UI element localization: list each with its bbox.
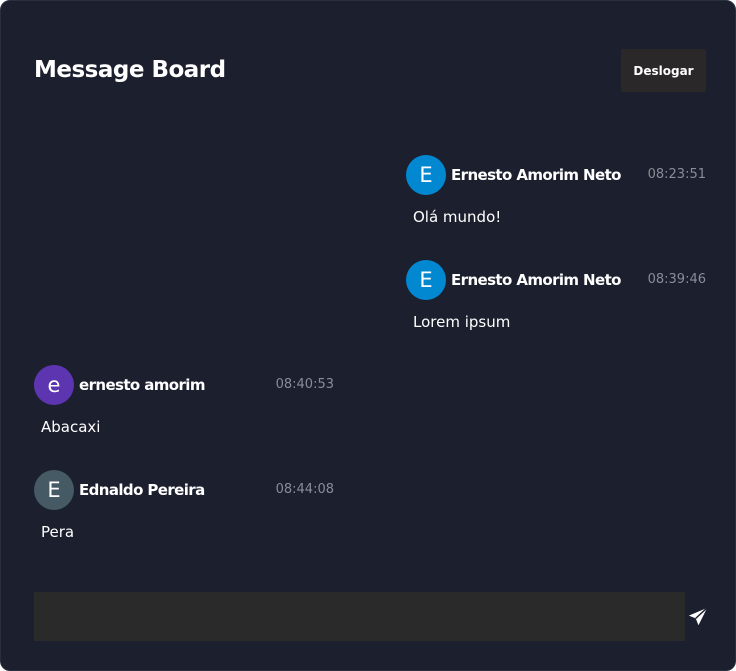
- message-item: E Ernesto Amorim Neto 08:39:46 Lorem ips…: [406, 260, 706, 340]
- message-author: ernesto amorim: [79, 376, 205, 394]
- message-text: Abacaxi: [41, 418, 101, 436]
- message-time: 08:44:08: [275, 482, 334, 497]
- message-header: E Ernesto Amorim Neto 08:23:51: [406, 155, 706, 195]
- message-item: e ernesto amorim 08:40:53 Abacaxi: [34, 365, 334, 445]
- message-board: Message Board Deslogar E Ernesto Amorim …: [0, 0, 736, 671]
- send-button[interactable]: [687, 606, 709, 628]
- avatar: E: [406, 260, 446, 300]
- message-item: E Ednaldo Pereira 08:44:08 Pera: [34, 470, 334, 550]
- message-header: E Ednaldo Pereira 08:44:08: [34, 470, 334, 510]
- message-input[interactable]: [34, 592, 685, 641]
- paper-plane-icon: [687, 606, 709, 628]
- logout-button[interactable]: Deslogar: [621, 49, 706, 92]
- message-item: E Ernesto Amorim Neto 08:23:51 Olá mundo…: [406, 155, 706, 235]
- message-time: 08:23:51: [647, 167, 706, 182]
- message-header: E Ernesto Amorim Neto 08:39:46: [406, 260, 706, 300]
- message-composer: [34, 592, 685, 641]
- message-text: Lorem ipsum: [413, 313, 511, 331]
- message-header: e ernesto amorim 08:40:53: [34, 365, 334, 405]
- message-author: Ernesto Amorim Neto: [451, 166, 621, 184]
- avatar: E: [34, 470, 74, 510]
- message-author: Ednaldo Pereira: [79, 481, 205, 499]
- message-time: 08:39:46: [647, 272, 706, 287]
- avatar: E: [406, 155, 446, 195]
- message-time: 08:40:53: [275, 377, 334, 392]
- avatar: e: [34, 365, 74, 405]
- message-text: Olá mundo!: [413, 208, 502, 226]
- message-text: Pera: [41, 523, 75, 541]
- page-title: Message Board: [34, 57, 226, 83]
- message-author: Ernesto Amorim Neto: [451, 271, 621, 289]
